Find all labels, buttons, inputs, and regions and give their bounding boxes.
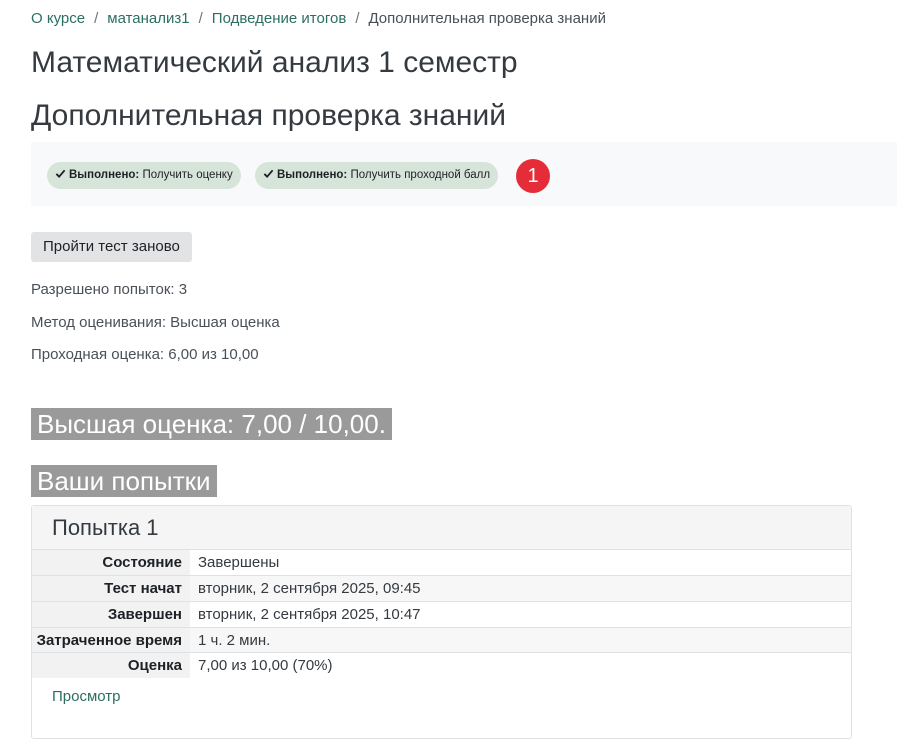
completion-status: Выполнено:	[277, 169, 348, 181]
table-row: Затраченное время 1 ч. 2 мин.	[32, 627, 851, 653]
table-row: Состояние Завершены	[32, 550, 851, 576]
course-title: Математический анализ 1 семестр	[31, 46, 518, 79]
row-label: Состояние	[32, 550, 190, 576]
review-link[interactable]: Просмотр	[32, 678, 851, 705]
breadcrumb-separator: /	[94, 10, 99, 27]
passing-grade: Проходная оценка: 6,00 из 10,00	[31, 346, 259, 363]
activity-title: Дополнительная проверка знаний	[31, 99, 506, 132]
attempt-title: Попытка 1	[32, 506, 851, 550]
page: О курсе / матанализ1 / Подведение итогов / Доп…	[0, 0, 897, 750]
row-value: Завершены	[190, 550, 851, 576]
row-value: вторник, 2 сентября 2025, 10:47	[190, 601, 851, 628]
row-label: Оценка	[32, 652, 190, 678]
table-row: Тест начат вторник, 2 сентября 2025, 09:…	[32, 575, 851, 602]
attempts-allowed: Разрешено попыток: 3	[31, 281, 188, 298]
row-value: 1 ч. 2 мин.	[190, 627, 851, 653]
check-icon	[55, 169, 66, 179]
row-label: Завершен	[32, 601, 190, 628]
breadcrumb-current: Дополнительная проверка знаний	[368, 10, 606, 27]
attempt-summary-table: Состояние Завершены Тест начат вторник, …	[32, 550, 851, 678]
table-row: Оценка 7,00 из 10,00 (70%)	[32, 652, 851, 678]
check-icon	[263, 169, 274, 179]
breadcrumb-link-summary[interactable]: Подведение итогов	[212, 10, 347, 27]
breadcrumb-separator: /	[198, 10, 203, 27]
completion-badge-passing: Выполнено: Получить проходной балл	[255, 162, 499, 189]
table-row: Завершен вторник, 2 сентября 2025, 10:47	[32, 601, 851, 628]
breadcrumb-link-matanaliz[interactable]: матанализ1	[107, 10, 189, 27]
attempts-heading: Ваши попытки	[31, 465, 217, 497]
row-label: Затраченное время	[32, 627, 190, 653]
completion-text: Получить проходной балл	[350, 169, 491, 181]
retake-quiz-button[interactable]: Пройти тест заново	[31, 232, 192, 262]
completion-text: Получить оценку	[142, 169, 233, 181]
annotation-marker: 1	[516, 159, 550, 193]
completion-badge-grade: Выполнено: Получить оценку	[47, 162, 241, 189]
best-grade-heading: Высшая оценка: 7,00 / 10,00.	[31, 408, 392, 440]
completion-panel: Выполнено: Получить оценку Выполнено: По…	[31, 142, 897, 206]
row-value: вторник, 2 сентября 2025, 09:45	[190, 575, 851, 602]
attempt-card: Попытка 1 Состояние Завершены Тест начат…	[31, 505, 852, 739]
breadcrumb-separator: /	[355, 10, 360, 27]
row-label: Тест начат	[32, 575, 190, 602]
grading-method: Метод оценивания: Высшая оценка	[31, 314, 280, 331]
breadcrumb: О курсе / матанализ1 / Подведение итогов / Доп…	[31, 9, 606, 29]
breadcrumb-link-course[interactable]: О курсе	[31, 10, 85, 27]
row-value: 7,00 из 10,00 (70%)	[190, 652, 851, 678]
completion-status: Выполнено:	[69, 169, 140, 181]
